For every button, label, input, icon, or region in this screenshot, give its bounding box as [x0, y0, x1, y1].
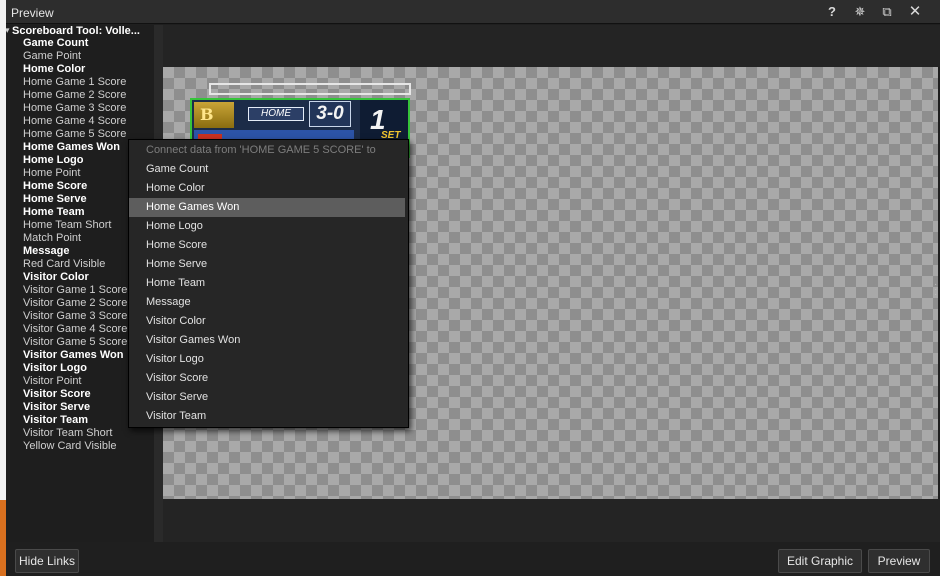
preview-top-area — [163, 25, 940, 67]
edit-graphic-button[interactable]: Edit Graphic — [778, 549, 862, 573]
restore-window-icon[interactable]: ⧉ — [879, 4, 895, 20]
menu-item[interactable]: Home Games Won — [129, 198, 405, 217]
menu-item[interactable]: Home Logo — [129, 217, 408, 236]
menu-header: Connect data from 'HOME GAME 5 SCORE' to — [146, 144, 376, 156]
question-icon[interactable]: ? — [824, 4, 840, 20]
home-team-label: HOME — [248, 107, 304, 121]
preview-bottom-area — [163, 499, 940, 542]
window-title: Preview — [11, 6, 54, 20]
tree-item[interactable]: Yellow Card Visible — [23, 440, 154, 453]
tree-item[interactable]: Home Game 4 Score — [23, 115, 154, 128]
menu-item[interactable]: Game Count — [129, 160, 408, 179]
tree-item[interactable]: Home Game 1 Score — [23, 76, 154, 89]
tree-root[interactable]: Scoreboard Tool: Volle... — [12, 25, 140, 37]
menu-item[interactable]: Visitor Score — [129, 369, 408, 388]
tree-item[interactable]: Home Game 3 Score — [23, 102, 154, 115]
menu-item[interactable]: Visitor Team — [129, 407, 408, 426]
menu-item[interactable]: Visitor Games Won — [129, 331, 408, 350]
hide-links-button[interactable]: Hide Links — [15, 549, 79, 573]
tree-item[interactable]: Visitor Team Short — [23, 427, 154, 440]
home-games-won: 3-0 — [309, 101, 351, 127]
scoreboard-message-outline — [209, 83, 411, 95]
logo-letter: B — [200, 105, 214, 124]
tree-item[interactable]: Game Count — [23, 37, 154, 50]
pin-icon[interactable]: ✵ — [852, 4, 868, 20]
tree-item[interactable]: Game Point — [23, 50, 154, 63]
menu-item[interactable]: Visitor Color — [129, 312, 408, 331]
menu-list: Game Count Home Color Home Games Won Home L… — [129, 160, 408, 426]
tree-item[interactable]: Home Color — [23, 63, 154, 76]
menu-item[interactable]: Visitor Logo — [129, 350, 408, 369]
menu-item[interactable]: Message — [129, 293, 408, 312]
preview-button[interactable]: Preview — [868, 549, 930, 573]
titlebar: Preview ? ✵ ⧉ ✕ — [6, 0, 940, 24]
menu-item[interactable]: Home Score — [129, 236, 408, 255]
close-icon[interactable]: ✕ — [907, 4, 923, 20]
menu-item[interactable]: Home Team — [129, 274, 408, 293]
tree-item[interactable]: Home Game 2 Score — [23, 89, 154, 102]
menu-item[interactable]: Visitor Serve — [129, 388, 408, 407]
home-logo: B — [194, 102, 234, 128]
menu-item[interactable]: Home Color — [129, 179, 408, 198]
connect-data-menu: Connect data from 'HOME GAME 5 SCORE' to… — [128, 139, 409, 428]
resize-handle[interactable]: · · · — [934, 280, 938, 300]
chevron-down-icon[interactable]: ▾ — [6, 25, 10, 36]
menu-item[interactable]: Home Serve — [129, 255, 408, 274]
